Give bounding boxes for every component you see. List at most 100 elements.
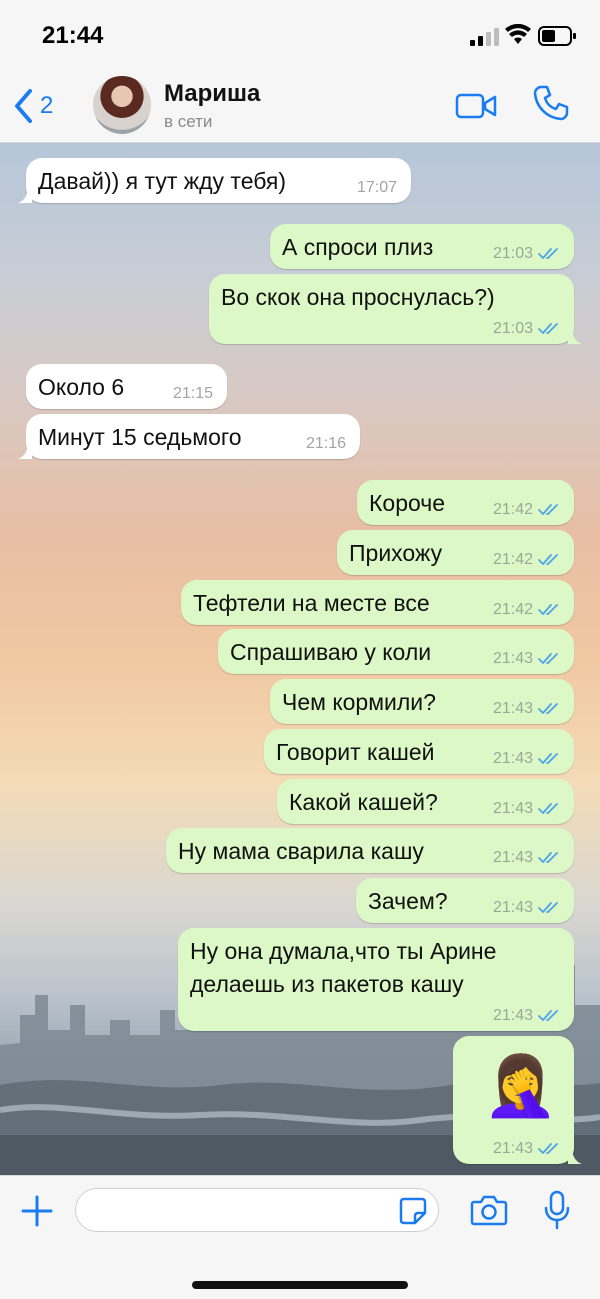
message-text: Ну мама сварила кашу bbox=[178, 838, 424, 864]
timestamp-text: 21:43 bbox=[492, 700, 533, 717]
outgoing-message[interactable]: Короче 21:42 bbox=[357, 480, 574, 525]
outgoing-message[interactable]: Прихожу 21:42 bbox=[337, 530, 574, 575]
read-ticks-icon bbox=[538, 902, 558, 913]
wifi-icon bbox=[505, 24, 531, 44]
outgoing-message[interactable]: А спроси плиз 21:03 bbox=[270, 224, 574, 269]
cellular-signal-icon bbox=[470, 28, 499, 46]
read-ticks-icon bbox=[538, 554, 558, 565]
sticker-icon[interactable] bbox=[398, 1196, 428, 1226]
timestamp-text: 21:43 bbox=[492, 1007, 533, 1024]
contact-name[interactable]: Мариша bbox=[164, 80, 260, 108]
message-text: Ну она думала,что ты Арине bbox=[190, 938, 497, 964]
message-text: Зачем? bbox=[368, 888, 448, 914]
status-time: 21:44 bbox=[42, 22, 104, 49]
read-ticks-icon bbox=[538, 504, 558, 515]
timestamp-text: 21:43 bbox=[492, 1140, 533, 1157]
emoji-message: 🤦‍♀️ bbox=[483, 1052, 558, 1119]
message-text: Короче bbox=[369, 490, 446, 516]
message-timestamp: 21:43 bbox=[493, 700, 562, 718]
avatar[interactable] bbox=[93, 76, 151, 134]
message-timestamp: 21:42 bbox=[493, 551, 562, 569]
message-text: Чем кормили? bbox=[282, 689, 436, 715]
message-timestamp: 21:42 bbox=[493, 601, 562, 619]
read-ticks-icon bbox=[538, 852, 558, 863]
outgoing-message[interactable]: Какой кашей? 21:43 bbox=[277, 779, 574, 824]
message-timestamp: 21:43 bbox=[493, 750, 562, 768]
read-ticks-icon bbox=[538, 803, 558, 814]
timestamp-text: 21:42 bbox=[492, 501, 533, 518]
outgoing-message[interactable]: Говорит кашей 21:43 bbox=[264, 729, 574, 774]
message-timestamp: 21:42 bbox=[493, 501, 562, 519]
outgoing-message[interactable]: Ну мама сварила кашу 21:43 bbox=[166, 828, 574, 873]
timestamp-text: 21:16 bbox=[305, 435, 346, 452]
outgoing-message[interactable]: Ну она думала,что ты Арине делаешь из пак… bbox=[178, 928, 574, 1031]
bubble-tail bbox=[18, 189, 32, 203]
message-timestamp: 17:07 bbox=[357, 179, 397, 197]
home-indicator bbox=[192, 1281, 408, 1289]
microphone-icon[interactable] bbox=[544, 1190, 570, 1230]
incoming-message[interactable]: Минут 15 седьмого 21:16 bbox=[26, 414, 360, 459]
timestamp-text: 21:43 bbox=[492, 899, 533, 916]
bubble-tail bbox=[18, 445, 32, 459]
message-text: Тефтели на месте все bbox=[193, 590, 430, 616]
outgoing-message[interactable]: Чем кормили? 21:43 bbox=[270, 679, 574, 724]
message-text: Прихожу bbox=[349, 540, 443, 566]
battery-icon bbox=[538, 26, 576, 46]
message-timestamp: 21:03 bbox=[493, 320, 562, 338]
outgoing-message[interactable]: Во скок она проснулась?) 21:03 bbox=[209, 274, 574, 344]
message-timestamp: 21:43 bbox=[493, 1007, 562, 1025]
contact-status: в сети bbox=[164, 112, 213, 131]
timestamp-text: 21:03 bbox=[492, 245, 533, 262]
timestamp-text: 21:43 bbox=[492, 849, 533, 866]
read-ticks-icon bbox=[538, 753, 558, 764]
back-button[interactable]: 2 bbox=[12, 86, 53, 126]
timestamp-text: 21:42 bbox=[492, 601, 533, 618]
read-ticks-icon bbox=[538, 653, 558, 664]
plus-icon[interactable] bbox=[20, 1194, 54, 1228]
timestamp-text: 21:15 bbox=[172, 385, 213, 402]
message-timestamp: 21:43 bbox=[493, 800, 562, 818]
incoming-message[interactable]: Давай)) я тут жду тебя) 17:07 bbox=[26, 158, 411, 203]
timestamp-text: 21:43 bbox=[492, 800, 533, 817]
message-text: Говорит кашей bbox=[276, 739, 435, 765]
timestamp-text: 21:43 bbox=[492, 650, 533, 667]
outgoing-message[interactable]: Зачем? 21:43 bbox=[356, 878, 574, 923]
chevron-left-icon bbox=[15, 89, 32, 123]
timestamp-text: 17:07 bbox=[356, 179, 397, 196]
message-timestamp: 21:15 bbox=[173, 385, 213, 403]
message-list[interactable]: Давай)) я тут жду тебя) 17:07 А спроси пли… bbox=[0, 143, 600, 1175]
message-timestamp: 21:43 bbox=[493, 849, 562, 867]
message-input[interactable] bbox=[75, 1188, 439, 1232]
read-ticks-icon bbox=[538, 604, 558, 615]
read-ticks-icon bbox=[538, 1010, 558, 1021]
bubble-tail bbox=[568, 330, 582, 344]
video-call-icon[interactable] bbox=[455, 92, 497, 120]
message-text: Какой кашей? bbox=[289, 789, 438, 815]
message-text: Минут 15 седьмого bbox=[38, 424, 242, 450]
message-text: Во скок она проснулась?) bbox=[221, 284, 495, 310]
read-ticks-icon bbox=[538, 248, 558, 259]
read-ticks-icon bbox=[538, 323, 558, 334]
timestamp-text: 21:03 bbox=[492, 320, 533, 337]
bubble-tail bbox=[568, 1150, 582, 1164]
message-timestamp: 21:43 bbox=[493, 650, 562, 668]
outgoing-message[interactable]: Тефтели на месте все 21:42 bbox=[181, 580, 574, 625]
read-ticks-icon bbox=[538, 1143, 558, 1154]
message-text: А спроси плиз bbox=[282, 234, 434, 260]
message-text: Спрашиваю у коли bbox=[230, 639, 432, 665]
outgoing-message[interactable]: 🤦‍♀️ 21:43 bbox=[453, 1036, 574, 1164]
message-text: Около 6 bbox=[38, 374, 125, 400]
timestamp-text: 21:43 bbox=[492, 750, 533, 767]
status-bar: 21:44 bbox=[0, 0, 600, 70]
timestamp-text: 21:42 bbox=[492, 551, 533, 568]
unread-count: 2 bbox=[40, 92, 54, 119]
message-timestamp: 21:03 bbox=[493, 245, 562, 263]
message-text: Давай)) я тут жду тебя) bbox=[38, 168, 287, 194]
chat-header: 2 Мариша в сети bbox=[0, 70, 600, 143]
message-timestamp: 21:16 bbox=[306, 435, 346, 453]
camera-icon[interactable] bbox=[470, 1194, 508, 1226]
incoming-message[interactable]: Около 6 21:15 bbox=[26, 364, 227, 409]
outgoing-message[interactable]: Спрашиваю у коли 21:43 bbox=[218, 629, 574, 674]
read-ticks-icon bbox=[538, 703, 558, 714]
phone-call-icon[interactable] bbox=[532, 84, 570, 122]
